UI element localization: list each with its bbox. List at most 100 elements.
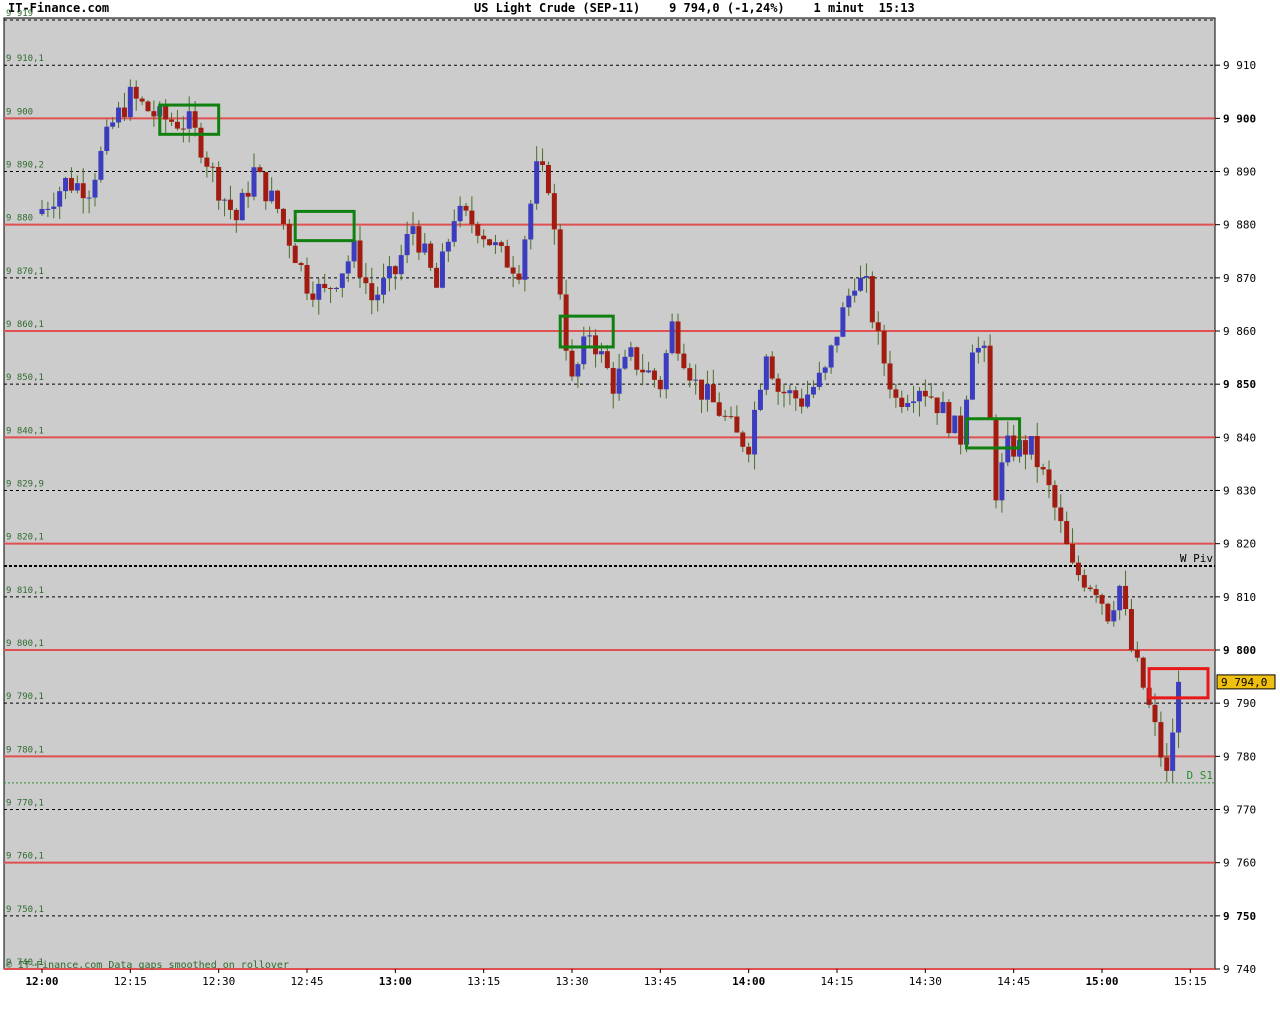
candle-body [887, 363, 893, 390]
price-tick-label: 9 840 [1223, 431, 1256, 444]
candle-body [757, 389, 763, 410]
candle-body [439, 251, 445, 288]
footer-note: © IT-Finance.com Data gaps smoothed on r… [6, 960, 289, 971]
candle-body [999, 462, 1005, 501]
candle-body [381, 278, 387, 295]
price-tick-label: 9 850 [1223, 378, 1256, 391]
candle-body [351, 240, 357, 262]
candle-body [828, 345, 834, 368]
candle-body [151, 111, 157, 117]
candle-body [769, 356, 775, 379]
level-label: 9 890,2 [6, 161, 44, 171]
candle-body [410, 226, 416, 234]
candle-body [934, 397, 940, 414]
candle-body [180, 128, 186, 130]
level-label: 9 790,1 [6, 692, 44, 702]
price-axis: 9 910 9 900 9 890 9 880 9 870 9 860 9 850 9 840… [1215, 59, 1276, 976]
candle-body [498, 242, 504, 246]
candle-body [316, 283, 322, 300]
candle-body [587, 335, 593, 337]
candle-body [1164, 757, 1170, 771]
candle-body [1176, 681, 1182, 733]
time-tick-label: 14:45 [997, 975, 1030, 988]
candle-body [1140, 657, 1146, 688]
candle-body [952, 415, 958, 434]
time-tick-label: 12:15 [114, 975, 147, 988]
candle-body [657, 379, 663, 390]
candle-body [492, 242, 498, 246]
candle-body [781, 391, 787, 394]
candle-body [369, 283, 375, 301]
candle-body [752, 409, 758, 455]
candle-body [463, 205, 469, 211]
candle-body [1040, 467, 1046, 470]
candle-body [1117, 585, 1123, 611]
plot-area [3, 17, 1216, 970]
level-label: 9 820,1 [6, 533, 44, 543]
candle-body [722, 415, 728, 417]
level-label: 9 760,1 [6, 852, 44, 862]
candle-body [475, 224, 481, 236]
candle-body [575, 364, 581, 377]
time-tick-label: 14:00 [732, 975, 765, 988]
candle-body [1075, 562, 1081, 576]
candle-body [239, 192, 245, 221]
candle-body [169, 119, 175, 122]
candle-body [746, 446, 752, 455]
candle-body [51, 206, 57, 209]
candle-body [516, 273, 522, 280]
candle-body [233, 209, 239, 221]
candle-body [604, 351, 610, 368]
candle-body [1022, 440, 1028, 455]
candle-body [1052, 485, 1058, 508]
candle-body [522, 239, 528, 280]
candle-body [86, 197, 92, 199]
candle-body [333, 287, 339, 290]
level-label: 9 840,1 [6, 426, 44, 436]
candle-body [628, 347, 634, 357]
candle-body [174, 121, 180, 129]
candle-body [1152, 704, 1158, 723]
candle-body [946, 402, 952, 434]
candle-body [675, 321, 681, 354]
price-tick-label: 9 890 [1223, 166, 1256, 179]
candle-body [45, 208, 51, 210]
level-label: 9 770,1 [6, 799, 44, 809]
price-tick-label: 9 870 [1223, 272, 1256, 285]
candle-body [940, 402, 946, 414]
candle-body [292, 245, 298, 264]
candle-body [469, 210, 475, 225]
candle-body [928, 396, 934, 398]
candle-body [1105, 603, 1111, 622]
candle-body [569, 350, 575, 377]
candle-body [775, 378, 781, 392]
level-label: 9 829,9 [6, 480, 44, 490]
candle-body [893, 389, 899, 398]
pivot-label: D S1 [1187, 769, 1214, 782]
level-label: 9 800,1 [6, 639, 44, 649]
candle-body [457, 205, 463, 222]
candle-body [663, 353, 669, 390]
candle-body [581, 336, 587, 365]
candle-body [121, 107, 127, 118]
candle-body [434, 267, 440, 288]
level-label: 9 900 [6, 107, 33, 117]
level-label: 9 850,1 [6, 373, 44, 383]
price-tick-label: 9 900 [1223, 112, 1256, 125]
candle-body [57, 191, 63, 207]
candle-body [646, 370, 652, 373]
candle-body [987, 345, 993, 420]
candle-body [1093, 589, 1099, 596]
candle-body [716, 402, 722, 416]
candle-body [710, 384, 716, 403]
candle-body [68, 177, 74, 191]
candle-body [398, 255, 404, 275]
candle-body [1058, 507, 1064, 522]
candle-body [905, 403, 911, 408]
candle-body [139, 98, 145, 102]
price-tick-label: 9 880 [1223, 219, 1256, 232]
candle-body [245, 192, 251, 197]
candle-body [1070, 544, 1076, 563]
candle-body [704, 384, 710, 400]
candle-body [1081, 575, 1087, 588]
